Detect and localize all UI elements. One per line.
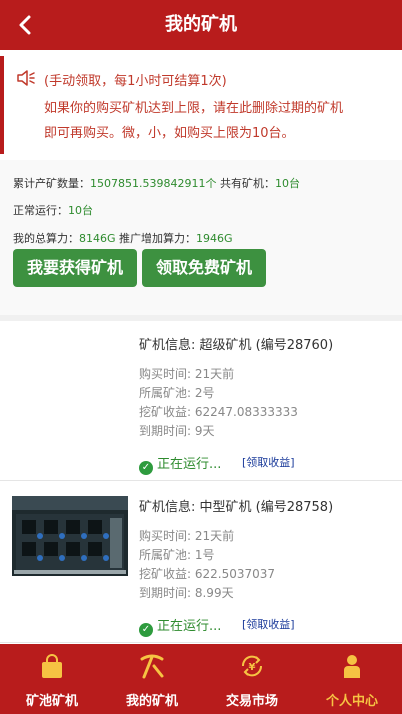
miner-expiry: 到期时间: 8.99天 xyxy=(139,586,234,600)
bottom-tab-bar: 矿池矿机 我的矿机 ¥ 交易市场 个人中心 xyxy=(0,644,402,714)
tab-my-miners[interactable]: 我的矿机 xyxy=(102,644,202,714)
svg-text:¥: ¥ xyxy=(249,662,256,673)
header-bar: 我的矿机 xyxy=(0,0,402,50)
shopping-bag-icon xyxy=(42,654,62,678)
notice-line-1: (手动领取，每1小时可结算1次) xyxy=(44,74,227,89)
claim-earnings-link[interactable]: [领取收益] xyxy=(242,616,295,632)
check-circle-icon: ✓ xyxy=(139,461,153,475)
total-output-label: 累计产矿数量： xyxy=(13,177,90,190)
page-title: 我的矿机 xyxy=(165,14,237,35)
tab-personal-center[interactable]: 个人中心 xyxy=(302,644,402,714)
miner-card: 矿机信息: 中型矿机 (编号28758) 购买时间: 21天前 所属矿池: 1号… xyxy=(0,483,402,643)
miner-board-image xyxy=(12,496,128,576)
running-value: 10台 xyxy=(68,204,93,217)
miner-card: 矿机信息: 超级矿机 (编号28760) 购买时间: 21天前 所属矿池: 2号… xyxy=(0,321,402,481)
yuan-exchange-icon: ¥ xyxy=(241,655,263,677)
miner-status: ✓ 正在运行... xyxy=(139,453,221,475)
notice-line-3: 即可再购买。微，小，如购买上限为10台。 xyxy=(44,126,295,141)
total-power-label: 我的总算力： xyxy=(13,232,79,245)
miner-pool: 所属矿池: 2号 xyxy=(139,386,215,400)
total-power-value: 8146G xyxy=(79,232,116,245)
miner-earnings: 挖矿收益: 62247.08333333 xyxy=(139,405,298,419)
claim-earnings-link[interactable]: [领取收益] xyxy=(242,454,295,470)
tab-label: 个人中心 xyxy=(325,694,378,709)
miner-status-text: 正在运行... xyxy=(157,619,222,634)
miner-count-value: 10台 xyxy=(274,177,300,190)
tab-label: 矿池矿机 xyxy=(25,694,78,709)
tab-trade-market[interactable]: ¥ 交易市场 xyxy=(202,644,302,714)
total-output-value: 1507851.539842911个 xyxy=(90,177,217,190)
running-label: 正常运行： xyxy=(13,204,68,217)
miner-expiry: 到期时间: 9天 xyxy=(139,424,215,438)
speaker-icon xyxy=(17,70,35,86)
miner-status: ✓ 正在运行... xyxy=(139,615,221,637)
stats-row-running: 正常运行：10台 xyxy=(13,202,93,218)
miner-pool: 所属矿池: 1号 xyxy=(139,548,215,562)
miner-title: 矿机信息: 超级矿机 (编号28760) xyxy=(139,338,334,353)
miner-status-text: 正在运行... xyxy=(157,457,222,472)
miner-bought-time: 购买时间: 21天前 xyxy=(139,367,235,381)
notice-line-2: 如果你的购买矿机达到上限，请在此删除过期的矿机 xyxy=(44,101,344,116)
miner-bought-time: 购买时间: 21天前 xyxy=(139,529,235,543)
promo-power-value: 1946G xyxy=(196,232,233,245)
tab-label: 我的矿机 xyxy=(125,694,178,709)
free-miner-button[interactable]: 领取免费矿机 xyxy=(142,249,266,287)
person-icon xyxy=(344,655,360,678)
pickaxe-icon xyxy=(140,654,164,679)
promo-power-label: 推广增加算力： xyxy=(115,232,197,245)
miner-title: 矿机信息: 中型矿机 (编号28758) xyxy=(139,500,334,515)
stats-row-power: 我的总算力：8146G 推广增加算力：1946G xyxy=(13,230,233,246)
tab-label: 交易市场 xyxy=(225,694,278,709)
stats-row-total: 累计产矿数量：1507851.539842911个 共有矿机：10台 xyxy=(13,175,300,191)
tab-pool-miners[interactable]: 矿池矿机 xyxy=(2,644,102,714)
notice-panel: (手动领取，每1小时可结算1次) 如果你的购买矿机达到上限，请在此删除过期的矿机… xyxy=(0,56,402,154)
get-miner-button[interactable]: 我要获得矿机 xyxy=(13,249,137,287)
miner-count-label: 共有矿机： xyxy=(216,177,275,190)
miner-earnings: 挖矿收益: 622.5037037 xyxy=(139,567,276,581)
check-circle-icon: ✓ xyxy=(139,623,153,637)
stats-panel: 累计产矿数量：1507851.539842911个 共有矿机：10台 正常运行：… xyxy=(0,160,402,315)
